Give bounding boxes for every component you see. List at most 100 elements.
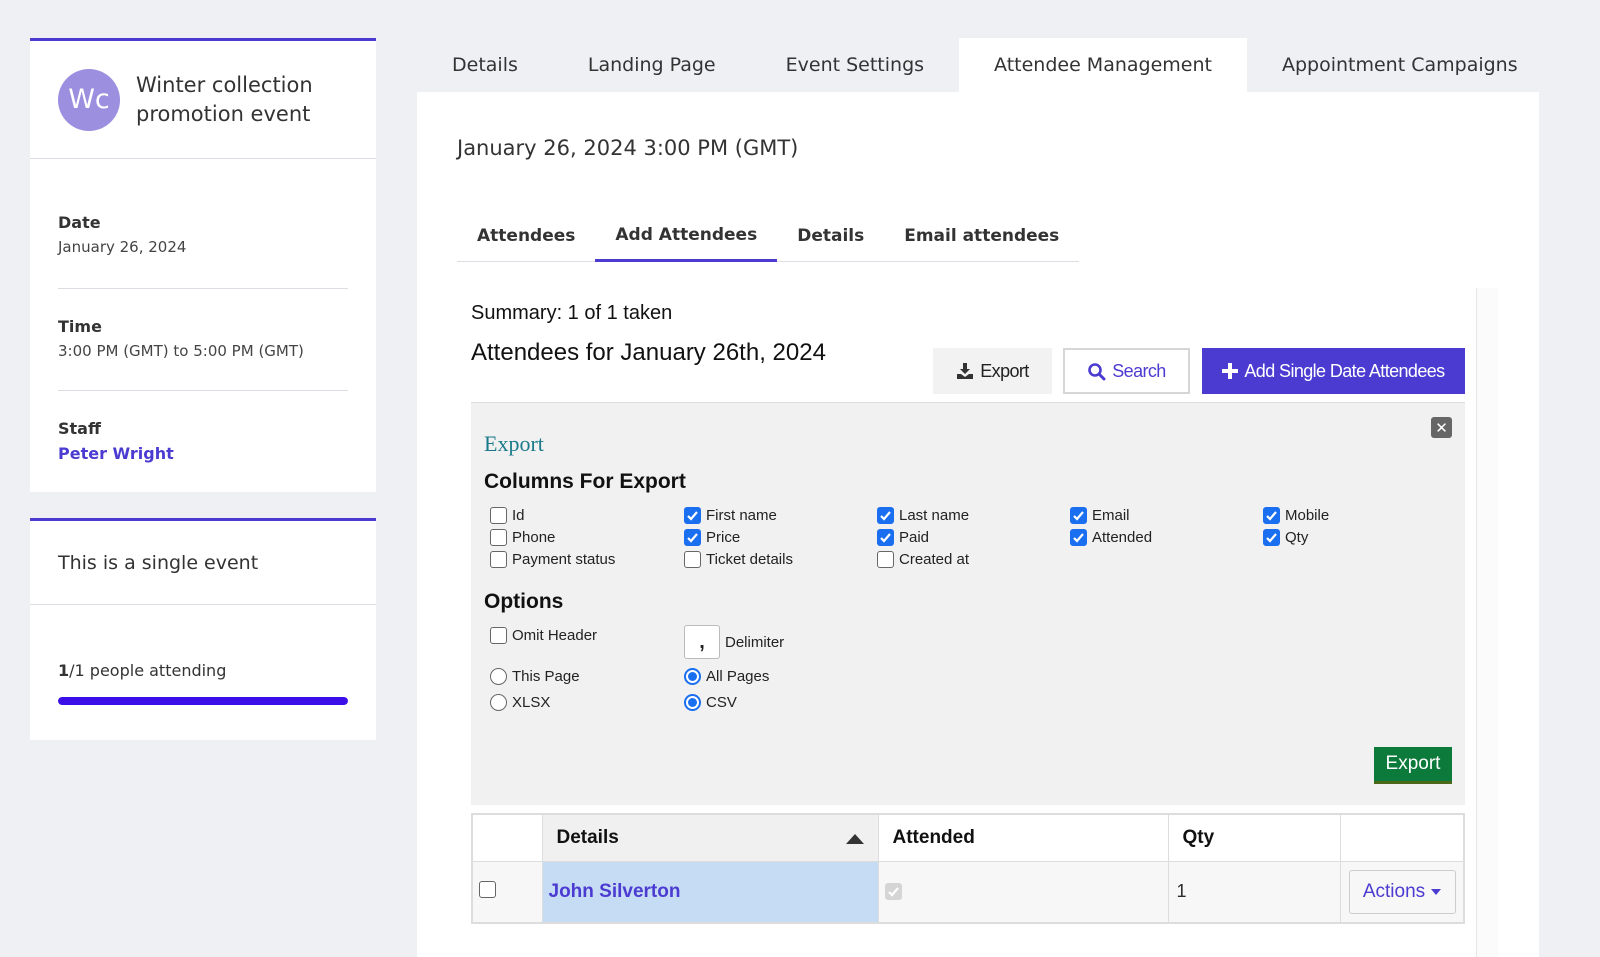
qty-column-header[interactable]: Qty — [1167, 813, 1341, 862]
row-checkbox[interactable] — [479, 880, 496, 898]
export-submit-button[interactable]: Export — [1374, 747, 1452, 784]
checkbox[interactable] — [1070, 529, 1087, 546]
attendees-heading: Attendees for January 26th, 2024 — [471, 339, 826, 366]
attending-count: 1/1 people attending — [58, 661, 226, 680]
scroll-track — [1476, 288, 1498, 957]
subtab-add-attendees[interactable]: Add Attendees — [595, 210, 778, 262]
column-checkbox-price[interactable]: Price — [684, 529, 740, 546]
table-header-row: Details Attended Qty — [471, 813, 1465, 862]
subtab-attendees[interactable]: Attendees — [457, 210, 595, 262]
column-label: Mobile — [1285, 507, 1330, 524]
subtab-email-attendees[interactable]: Email attendees — [884, 210, 1079, 262]
sort-ascending-icon — [845, 834, 864, 844]
column-label: Email — [1092, 507, 1130, 524]
checkbox[interactable] — [1263, 507, 1280, 524]
delimiter-field: , Delimiter — [684, 625, 784, 659]
check-icon — [1266, 533, 1277, 543]
plus-icon — [1222, 363, 1239, 379]
radio-xlsx[interactable]: XLSX — [490, 694, 550, 711]
column-label: First name — [706, 507, 777, 524]
date-heading: January 26, 2024 3:00 PM (GMT) — [457, 136, 799, 160]
radio-button[interactable] — [490, 694, 507, 711]
export-panel-title: Export — [484, 431, 544, 456]
export-button-label: Export — [980, 360, 1029, 381]
checkbox[interactable] — [684, 507, 701, 524]
radio-button[interactable] — [684, 694, 701, 711]
qty-cell: 1 — [1167, 860, 1341, 924]
omit-header-checkbox[interactable]: Omit Header — [490, 627, 597, 644]
column-checkbox-payment-status[interactable]: Payment status — [490, 551, 615, 568]
main-panel: January 26, 2024 3:00 PM (GMT) Attendees… — [417, 92, 1539, 957]
column-checkbox-qty[interactable]: Qty — [1263, 529, 1308, 546]
checkbox[interactable] — [490, 551, 507, 568]
column-checkbox-last-name[interactable]: Last name — [877, 507, 969, 524]
event-attendance-card: This is a single event 1/1 people attend… — [30, 518, 376, 740]
check-icon — [880, 511, 891, 521]
attended-column-header[interactable]: Attended — [877, 813, 1169, 862]
attending-number: 1 — [58, 661, 70, 680]
column-checkbox-attended[interactable]: Attended — [1070, 529, 1152, 546]
details-column-header[interactable]: Details — [541, 813, 879, 862]
delimiter-input[interactable]: , — [684, 625, 720, 659]
tab-event-settings[interactable]: Event Settings — [751, 38, 959, 92]
radio-label: This Page — [512, 668, 580, 685]
checkbox[interactable] — [490, 529, 507, 546]
radio-this-page[interactable]: This Page — [490, 668, 580, 685]
search-icon — [1088, 362, 1106, 380]
attended-checkbox-disabled — [884, 883, 902, 901]
column-label: Last name — [899, 507, 970, 524]
column-checkbox-created-at[interactable]: Created at — [877, 551, 969, 568]
checkbox[interactable] — [684, 529, 701, 546]
actions-label: Actions — [1362, 880, 1426, 902]
export-panel: Export ✕ Columns For Export Id Phone Pay… — [471, 402, 1465, 805]
column-checkbox-email[interactable]: Email — [1070, 507, 1130, 524]
column-label: Phone — [512, 529, 556, 546]
checkbox[interactable] — [1263, 529, 1280, 546]
radio-csv[interactable]: CSV — [684, 694, 737, 711]
checkbox[interactable] — [877, 529, 894, 546]
radio-button[interactable] — [490, 668, 507, 685]
radio-label: All Pages — [706, 668, 770, 685]
actions-dropdown-button[interactable]: Actions — [1348, 869, 1456, 914]
checkbox[interactable] — [490, 627, 507, 644]
checkbox[interactable] — [877, 507, 894, 524]
add-single-date-attendees-button[interactable]: Add Single Date Attendees — [1202, 348, 1465, 394]
tab-appointment-campaigns[interactable]: Appointment Campaigns — [1247, 38, 1553, 92]
avatar: Wc — [58, 68, 120, 131]
event-title-line2: promotion event — [136, 101, 311, 126]
search-button[interactable]: Search — [1063, 348, 1190, 394]
column-checkbox-paid[interactable]: Paid — [877, 529, 929, 546]
time-label: Time — [58, 317, 102, 336]
column-checkbox-mobile[interactable]: Mobile — [1263, 507, 1329, 524]
check-icon — [1073, 511, 1084, 521]
delimiter-label: Delimiter — [725, 633, 785, 651]
radio-button[interactable] — [684, 668, 701, 685]
single-event-text: This is a single event — [30, 521, 376, 605]
time-info: Time 3:00 PM (GMT) to 5:00 PM (GMT) — [58, 317, 348, 360]
tab-attendee-management[interactable]: Attendee Management — [959, 38, 1247, 92]
tab-details[interactable]: Details — [417, 38, 553, 92]
checkbox[interactable] — [877, 551, 894, 568]
checkbox[interactable] — [1070, 507, 1087, 524]
attending-rest: /1 people attending — [69, 661, 227, 680]
subtab-details[interactable]: Details — [777, 210, 884, 262]
attendee-name-link[interactable]: John Silverton — [541, 860, 879, 924]
column-checkbox-phone[interactable]: Phone — [490, 529, 555, 546]
checkbox[interactable] — [490, 507, 507, 524]
close-icon[interactable]: ✕ — [1431, 417, 1452, 438]
export-button[interactable]: Export — [933, 348, 1052, 394]
column-label: Payment status — [512, 551, 616, 568]
column-checkbox-first-name[interactable]: First name — [684, 507, 777, 524]
options-heading: Options — [484, 590, 564, 613]
row-select-cell — [471, 860, 543, 924]
attendance-progress-bar — [58, 697, 348, 705]
search-button-label: Search — [1112, 360, 1166, 381]
tab-landing-page[interactable]: Landing Page — [553, 38, 751, 92]
radio-all-pages[interactable]: All Pages — [684, 668, 769, 685]
check-icon — [1073, 533, 1084, 543]
staff-link[interactable]: Peter Wright — [58, 444, 348, 463]
checkbox[interactable] — [684, 551, 701, 568]
event-header: Wc Winter collection promotion event — [30, 41, 376, 159]
column-checkbox-id[interactable]: Id — [490, 507, 525, 524]
column-checkbox-ticket-details[interactable]: Ticket details — [684, 551, 793, 568]
